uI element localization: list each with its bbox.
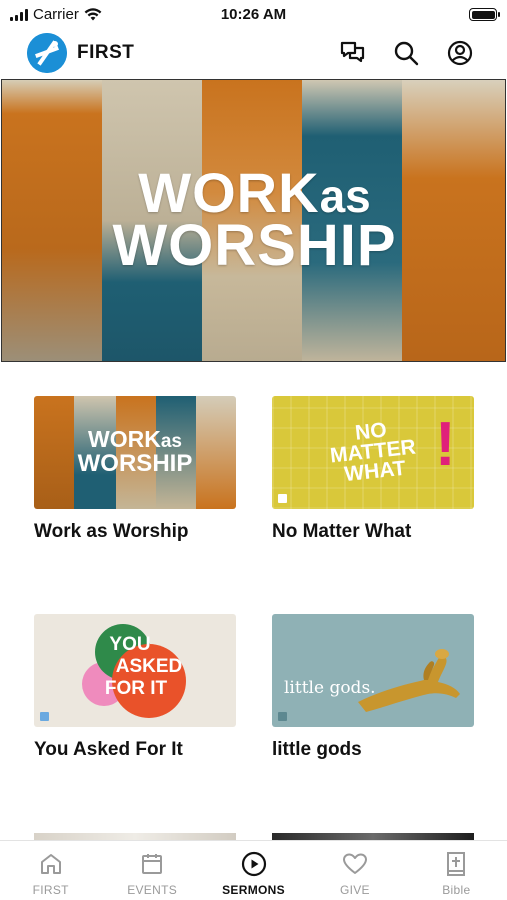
calendar-icon (138, 850, 166, 878)
tab-label: EVENTS (127, 883, 178, 897)
bible-icon (442, 850, 470, 878)
series-card-work-as-worship[interactable]: WORKas WORSHIP Work as Worship (34, 396, 236, 543)
search-icon[interactable] (392, 39, 420, 67)
tab-give[interactable]: GIVE (304, 841, 405, 900)
tab-label: Bible (442, 883, 471, 897)
tab-label: SERMONS (222, 883, 285, 897)
tab-events[interactable]: EVENTS (101, 841, 202, 900)
series-title[interactable]: Work as Worship (34, 521, 236, 543)
hero-title: WORKas WORSHIP (112, 161, 397, 278)
battery-icon (469, 8, 500, 21)
status-bar: Carrier 10:26 AM (0, 0, 507, 30)
app-title: FIRST (77, 42, 135, 63)
series-title[interactable]: little gods (272, 739, 474, 761)
series-thumbnail[interactable]: YOU ASKED FOR IT (34, 614, 236, 727)
series-title[interactable]: No Matter What (272, 521, 474, 543)
golden-hand-illustration (358, 649, 460, 712)
featured-series-banner[interactable]: WORKas WORSHIP (1, 79, 506, 362)
tab-label: GIVE (339, 883, 370, 897)
chat-bubbles-icon[interactable] (339, 39, 367, 67)
tab-bible[interactable]: Bible (406, 841, 507, 900)
profile-icon[interactable] (446, 39, 474, 67)
home-icon (37, 850, 65, 878)
series-thumbnail[interactable]: NO MATTER WHAT ! (272, 396, 474, 509)
mini-logo-icon (278, 494, 287, 503)
app-header: FIRST (0, 30, 507, 76)
mini-logo-icon (278, 712, 287, 721)
tab-first[interactable]: FIRST (0, 841, 101, 900)
exclamation-mark: ! (435, 410, 456, 479)
church-logo-icon[interactable] (27, 33, 67, 73)
series-card-no-matter-what[interactable]: NO MATTER WHAT ! No Matter What (272, 396, 474, 543)
series-thumbnail[interactable]: WORKas WORSHIP (34, 396, 236, 509)
tab-label: FIRST (32, 883, 69, 897)
series-card-you-asked-for-it[interactable]: YOU ASKED FOR IT You Asked For It (34, 614, 236, 761)
heart-icon (341, 850, 369, 878)
tab-sermons[interactable]: SERMONS (203, 841, 304, 900)
clock: 10:26 AM (220, 6, 287, 23)
play-circle-icon (240, 850, 268, 878)
series-thumbnail[interactable]: little gods. (272, 614, 474, 727)
series-card-little-gods[interactable]: little gods. little gods (272, 614, 474, 761)
mini-logo-icon (40, 712, 49, 721)
bottom-tab-bar: FIRST EVENTS SERMONS GIVE Bible (0, 840, 507, 900)
series-title[interactable]: You Asked For It (34, 739, 236, 761)
